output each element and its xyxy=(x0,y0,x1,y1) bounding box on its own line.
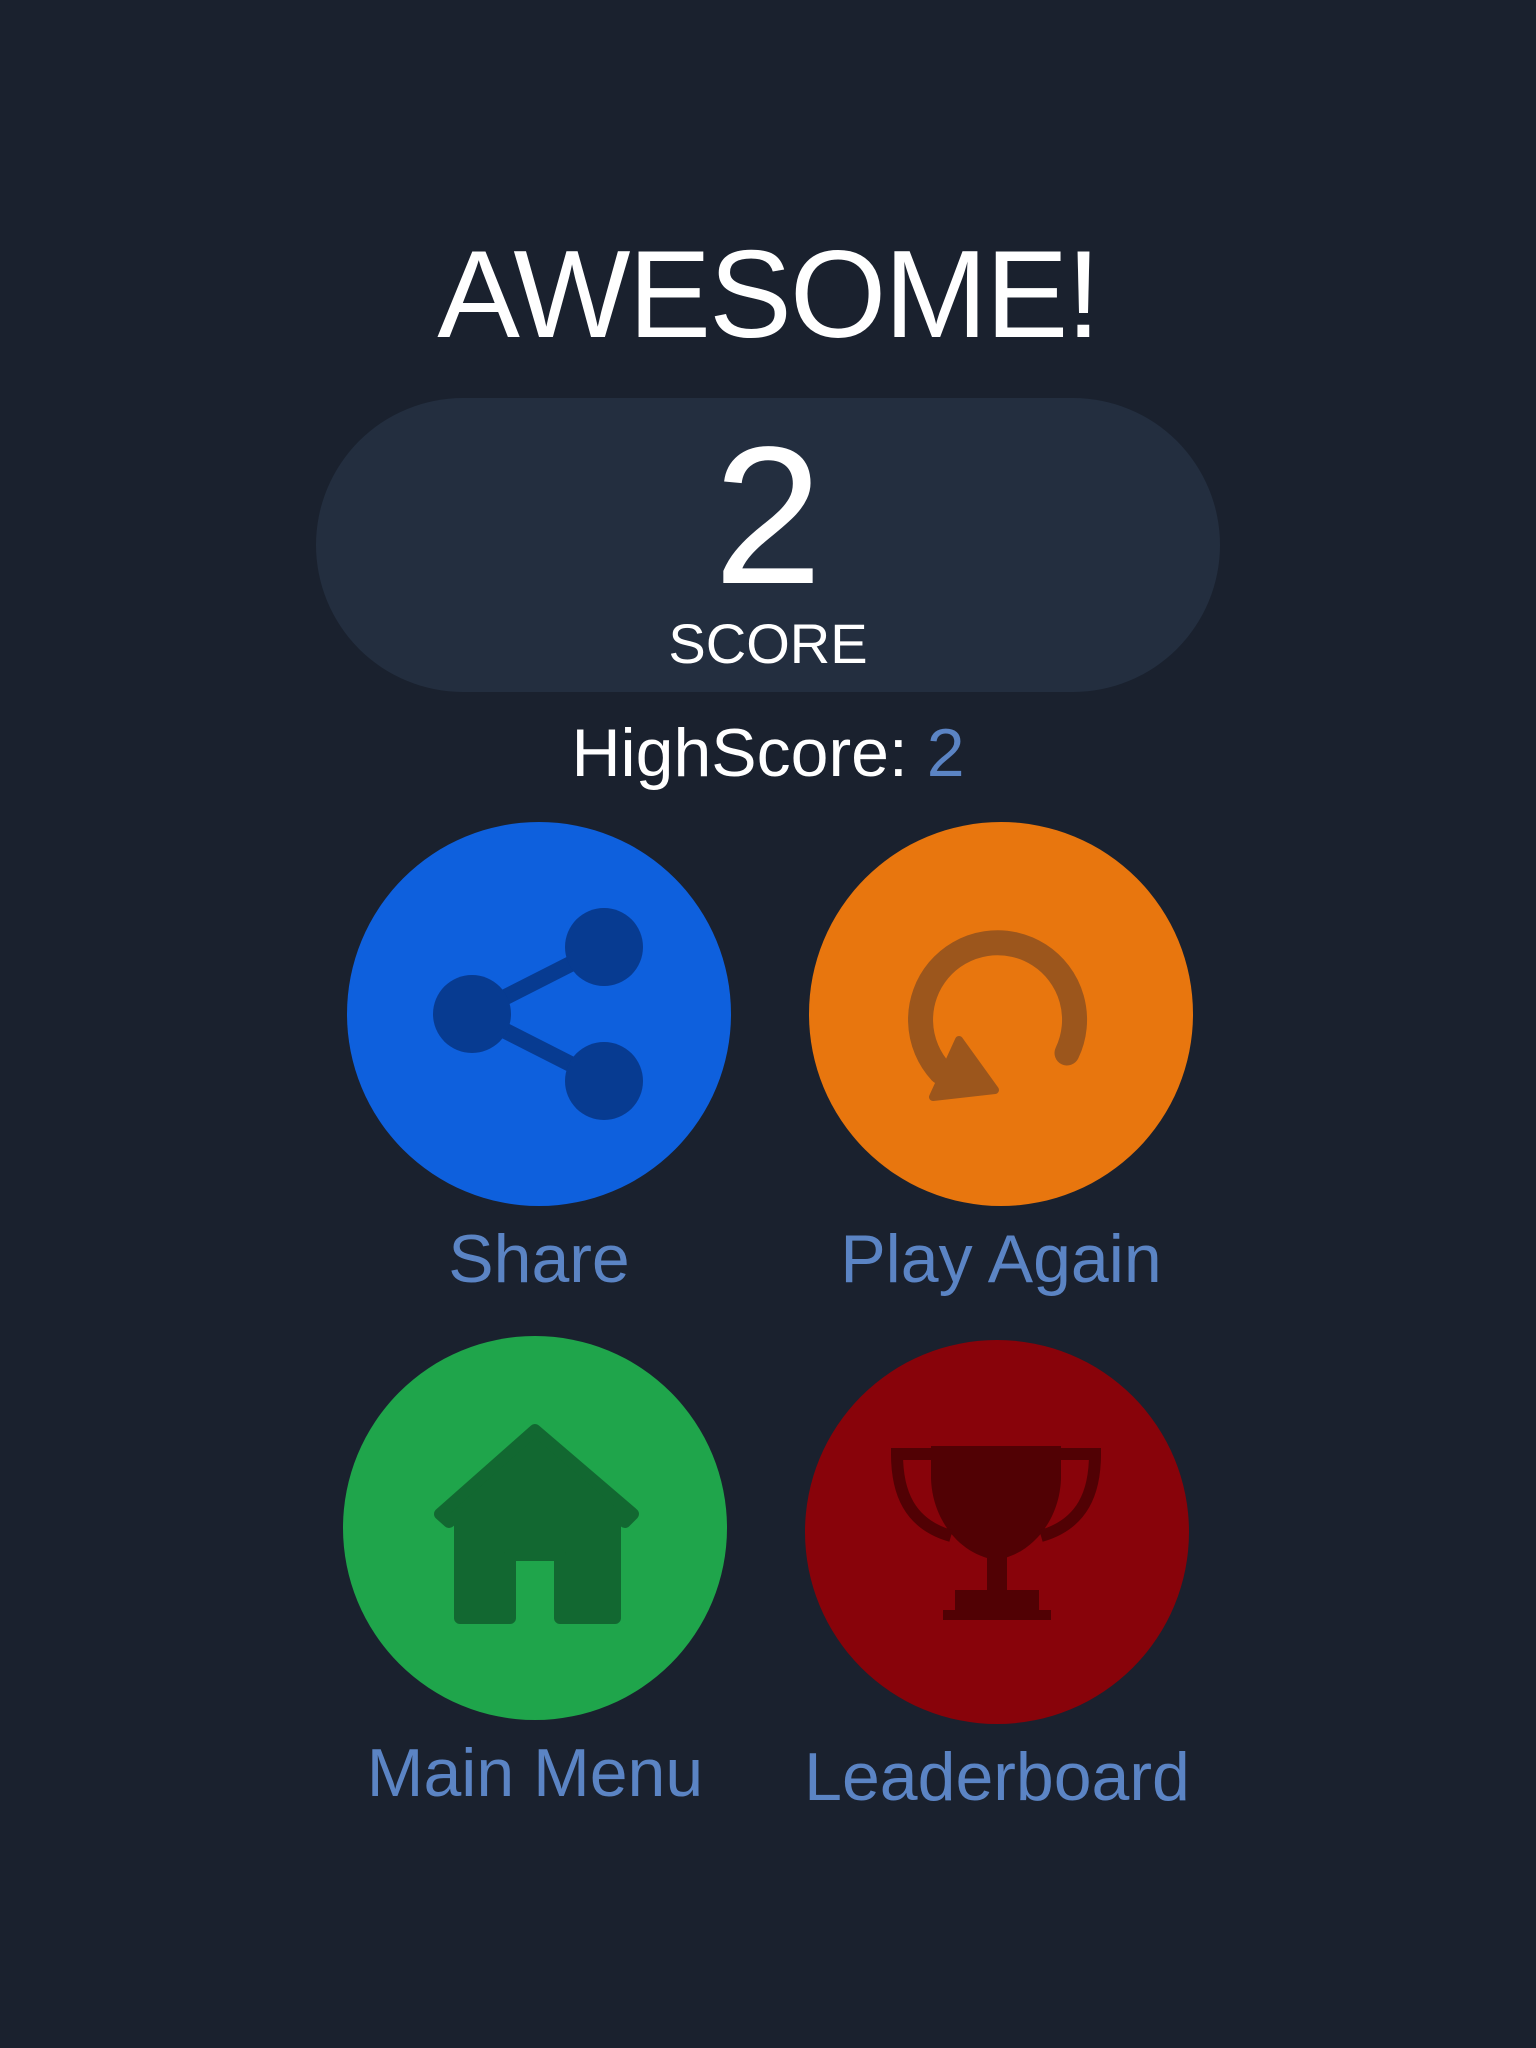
leaderboard-action: Leaderboard xyxy=(804,1340,1190,1814)
share-icon xyxy=(433,908,643,1120)
play-again-action: Play Again xyxy=(809,822,1193,1296)
leaderboard-button[interactable] xyxy=(805,1340,1189,1724)
play-again-button[interactable] xyxy=(809,822,1193,1206)
home-icon xyxy=(434,1424,639,1624)
score-label: SCORE xyxy=(668,612,868,675)
trophy-icon xyxy=(890,1446,1102,1620)
main-menu-button[interactable] xyxy=(343,1336,727,1720)
main-menu-action: Main Menu xyxy=(343,1336,727,1810)
highscore-label: HighScore: xyxy=(571,715,908,791)
result-title: AWESOME! xyxy=(437,226,1100,364)
share-button[interactable] xyxy=(347,822,731,1206)
score-panel: 2 SCORE xyxy=(316,398,1220,692)
highscore-line: HighScore: 2 xyxy=(0,716,1536,790)
replay-icon xyxy=(908,930,1088,1101)
game-over-screen: AWESOME! 2 SCORE HighScore: 2 Share Play… xyxy=(0,0,1536,2048)
play-again-label[interactable]: Play Again xyxy=(709,1222,1293,1296)
score-value: 2 xyxy=(713,406,823,625)
highscore-value: 2 xyxy=(926,715,965,791)
leaderboard-label[interactable]: Leaderboard xyxy=(705,1740,1289,1814)
share-action: Share xyxy=(347,822,731,1296)
